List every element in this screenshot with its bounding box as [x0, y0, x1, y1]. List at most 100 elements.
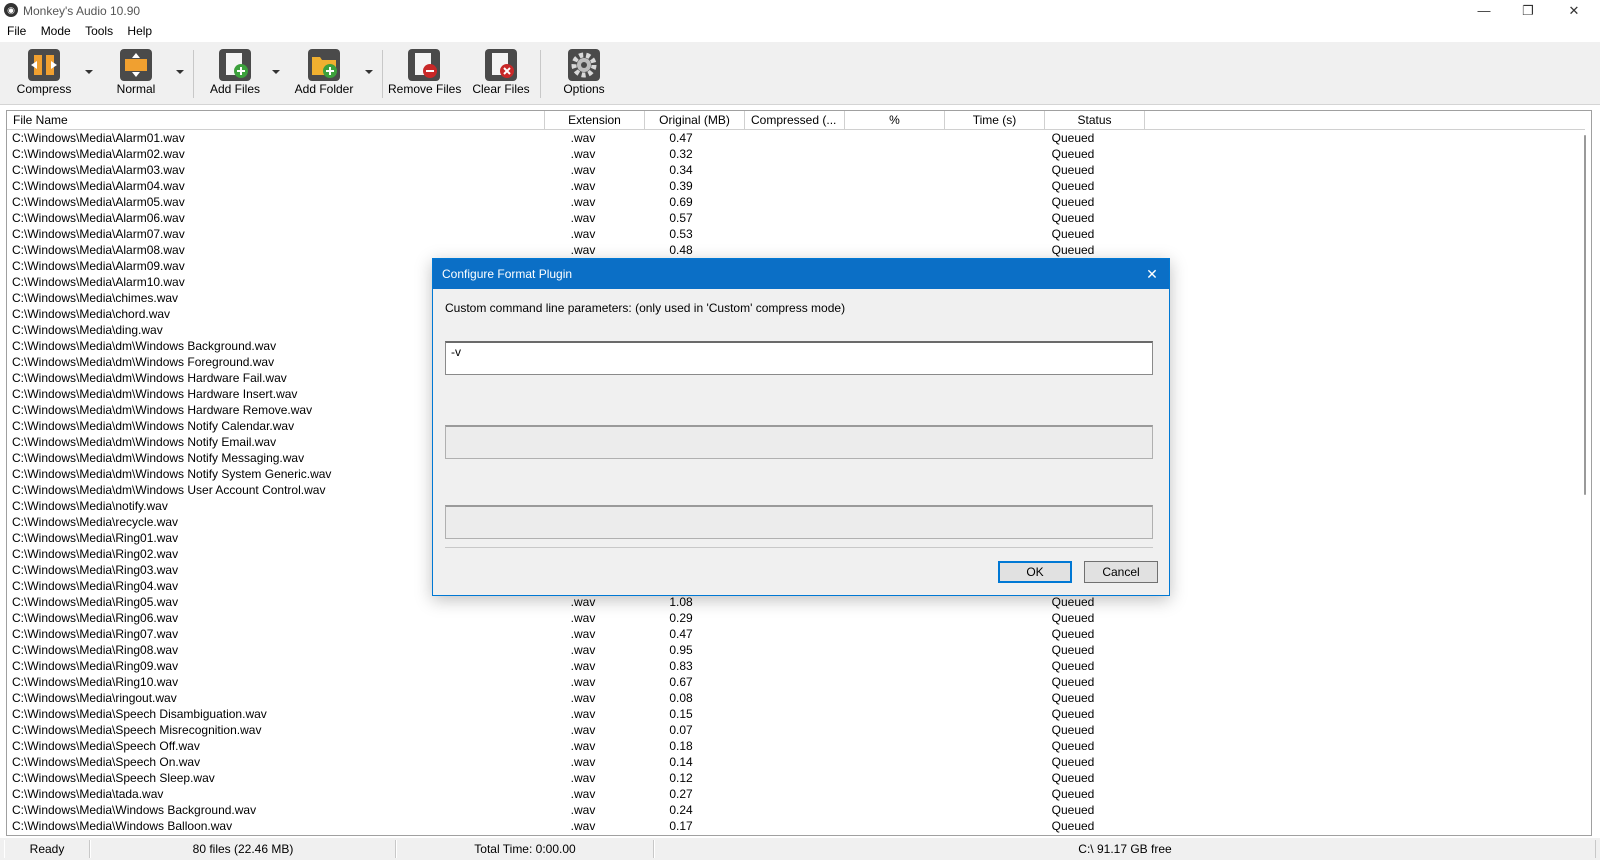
- cell-status: Queued: [1051, 243, 1095, 257]
- parameters-input[interactable]: -v: [445, 341, 1153, 375]
- table-row[interactable]: C:\Windows\Media\Alarm06.wav .wav 0.57 Queu…: [7, 210, 1585, 226]
- cell-file-name: C:\Windows\Media\dm\Windows Hardware Fai…: [12, 371, 287, 385]
- scroll-thumb[interactable]: [1584, 135, 1586, 495]
- remove-files-button[interactable]: Remove Files: [388, 46, 461, 100]
- table-row[interactable]: C:\Windows\Media\Speech Sleep.wav .wav 0.1…: [7, 770, 1585, 786]
- cell-extension: .wav: [570, 723, 596, 737]
- ok-button[interactable]: OK: [998, 561, 1072, 583]
- normal-dropdown-arrow[interactable]: [176, 70, 184, 74]
- column-compressed[interactable]: Compressed (...: [745, 111, 845, 129]
- table-row[interactable]: C:\Windows\Media\Speech On.wav .wav 0.14 Qu…: [7, 754, 1585, 770]
- status-file-count: 80 files (22.46 MB): [90, 840, 396, 858]
- table-row[interactable]: C:\Windows\Media\Alarm08.wav .wav 0.48 Queu…: [7, 242, 1585, 258]
- close-icon[interactable]: ✕: [1552, 0, 1596, 22]
- table-row[interactable]: C:\Windows\Media\Ring10.wav .wav 0.67 Queue…: [7, 674, 1585, 690]
- table-row[interactable]: C:\Windows\Media\Alarm02.wav .wav 0.32 Queu…: [7, 146, 1585, 162]
- normal-button[interactable]: Normal: [106, 46, 166, 100]
- cell-original-size: 0.47: [669, 627, 693, 641]
- cell-file-name: C:\Windows\Media\Alarm01.wav: [12, 131, 185, 145]
- table-row[interactable]: C:\Windows\Media\Ring08.wav .wav 0.95 Queue…: [7, 642, 1585, 658]
- column-extension[interactable]: Extension: [545, 111, 645, 129]
- table-row[interactable]: C:\Windows\Media\Speech Disambiguation.w…: [7, 706, 1585, 722]
- cell-original-size: 0.17: [669, 819, 693, 833]
- cell-file-name: C:\Windows\Media\Ring10.wav: [12, 675, 179, 689]
- table-row[interactable]: C:\Windows\Media\Speech Off.wav .wav 0.18 Q…: [7, 738, 1585, 754]
- cell-file-name: C:\Windows\Media\Ring04.wav: [12, 579, 179, 593]
- menu-file[interactable]: File: [3, 22, 30, 38]
- cell-file-name: C:\Windows\Media\Alarm02.wav: [12, 147, 185, 161]
- normal-label: Normal: [116, 82, 156, 96]
- table-row[interactable]: C:\Windows\Media\Ring06.wav .wav 0.29 Queue…: [7, 610, 1585, 626]
- vertical-scrollbar[interactable]: [1579, 130, 1591, 835]
- menu-tools[interactable]: Tools: [81, 22, 117, 38]
- status-state: Ready: [4, 840, 90, 858]
- table-row[interactable]: C:\Windows\Media\Alarm03.wav .wav 0.34 Queu…: [7, 162, 1585, 178]
- cell-status: Queued: [1051, 691, 1095, 705]
- cell-file-name: C:\Windows\Media\dm\Windows Notify Syste…: [12, 467, 332, 481]
- restore-icon[interactable]: ❐: [1506, 0, 1550, 22]
- table-row[interactable]: C:\Windows\Media\Alarm04.wav .wav 0.39 Queu…: [7, 178, 1585, 194]
- toolbar-separator: [382, 50, 383, 98]
- cell-extension: .wav: [570, 787, 596, 801]
- cell-file-name: C:\Windows\Media\Ring07.wav: [12, 627, 179, 641]
- cell-original-size: 0.32: [669, 147, 693, 161]
- cell-original-size: 0.07: [669, 723, 693, 737]
- add-files-label: Add Files: [209, 82, 261, 96]
- options-button[interactable]: Options: [554, 46, 614, 100]
- menu-mode[interactable]: Mode: [37, 22, 75, 38]
- column-time[interactable]: Time (s): [945, 111, 1045, 129]
- add-folder-button[interactable]: Add Folder: [290, 46, 358, 100]
- table-row[interactable]: C:\Windows\Media\Ring07.wav .wav 0.47 Queue…: [7, 626, 1585, 642]
- cell-extension: .wav: [570, 755, 596, 769]
- cell-file-name: C:\Windows\Media\dm\Windows Background.w…: [12, 339, 277, 353]
- add-folder-dropdown-arrow[interactable]: [365, 70, 373, 74]
- clear-files-button[interactable]: Clear Files: [470, 46, 532, 100]
- table-row[interactable]: C:\Windows\Media\Alarm05.wav .wav 0.69 Queu…: [7, 194, 1585, 210]
- table-row[interactable]: C:\Windows\Media\Speech Misrecognition.w…: [7, 722, 1585, 738]
- cell-status: Queued: [1051, 819, 1095, 833]
- cell-file-name: C:\Windows\Media\ringout.wav: [12, 691, 177, 705]
- compress-icon: [28, 49, 60, 81]
- table-row[interactable]: C:\Windows\Media\Alarm07.wav .wav 0.53 Queu…: [7, 226, 1585, 242]
- menu-help[interactable]: Help: [123, 22, 156, 38]
- compress-dropdown-arrow[interactable]: [85, 70, 93, 74]
- compress-button[interactable]: Compress: [12, 46, 76, 100]
- cell-extension: .wav: [570, 771, 596, 785]
- cell-status: Queued: [1051, 675, 1095, 689]
- cell-original-size: 0.24: [669, 803, 693, 817]
- add-files-dropdown-arrow[interactable]: [272, 70, 280, 74]
- column-status[interactable]: Status: [1045, 111, 1145, 129]
- cell-extension: .wav: [570, 819, 596, 833]
- cell-status: Queued: [1051, 771, 1095, 785]
- toolbar-separator: [540, 50, 541, 98]
- table-row[interactable]: C:\Windows\Media\Windows Balloon.wav .wav…: [7, 818, 1585, 834]
- cancel-button[interactable]: Cancel: [1084, 561, 1158, 583]
- column-original[interactable]: Original (MB): [645, 111, 745, 129]
- dialog-close-icon[interactable]: ✕: [1141, 263, 1163, 285]
- table-row[interactable]: C:\Windows\Media\Windows Background.wav.…: [7, 802, 1585, 818]
- cell-extension: .wav: [570, 147, 596, 161]
- cell-extension: .wav: [570, 659, 596, 673]
- table-row[interactable]: C:\Windows\Media\Ring09.wav .wav 0.83 Queue…: [7, 658, 1585, 674]
- cell-file-name: C:\Windows\Media\Speech Misrecognition.w…: [12, 723, 262, 737]
- table-row[interactable]: C:\Windows\Media\ringout.wav .wav 0.08 Queu…: [7, 690, 1585, 706]
- table-row[interactable]: C:\Windows\Media\tada.wav .wav 0.27 Queued: [7, 786, 1585, 802]
- table-row[interactable]: C:\Windows\Media\Alarm01.wav .wav 0.47 Queu…: [7, 130, 1585, 146]
- column-file-name[interactable]: File Name: [7, 111, 545, 129]
- status-total-time: Total Time: 0:00.00: [396, 840, 654, 858]
- cell-file-name: C:\Windows\Media\Speech Off.wav: [12, 739, 200, 753]
- cell-extension: .wav: [570, 611, 596, 625]
- cell-original-size: 0.34: [669, 163, 693, 177]
- cell-file-name: C:\Windows\Media\Speech On.wav: [12, 755, 201, 769]
- cell-file-name: C:\Windows\Media\Alarm05.wav: [12, 195, 185, 209]
- compress-label: Compress: [16, 82, 72, 96]
- cell-extension: .wav: [570, 803, 596, 817]
- add-files-button[interactable]: Add Files: [204, 46, 266, 100]
- minimize-icon[interactable]: —: [1462, 0, 1506, 22]
- cell-file-name: C:\Windows\Media\Alarm10.wav: [12, 275, 185, 289]
- cell-status: Queued: [1051, 611, 1095, 625]
- add-folder-label: Add Folder: [294, 82, 354, 96]
- column-percent[interactable]: %: [845, 111, 945, 129]
- table-row[interactable]: C:\Windows\Media\Ring05.wav .wav 1.08 Queue…: [7, 594, 1585, 610]
- gear-icon: [568, 49, 600, 81]
